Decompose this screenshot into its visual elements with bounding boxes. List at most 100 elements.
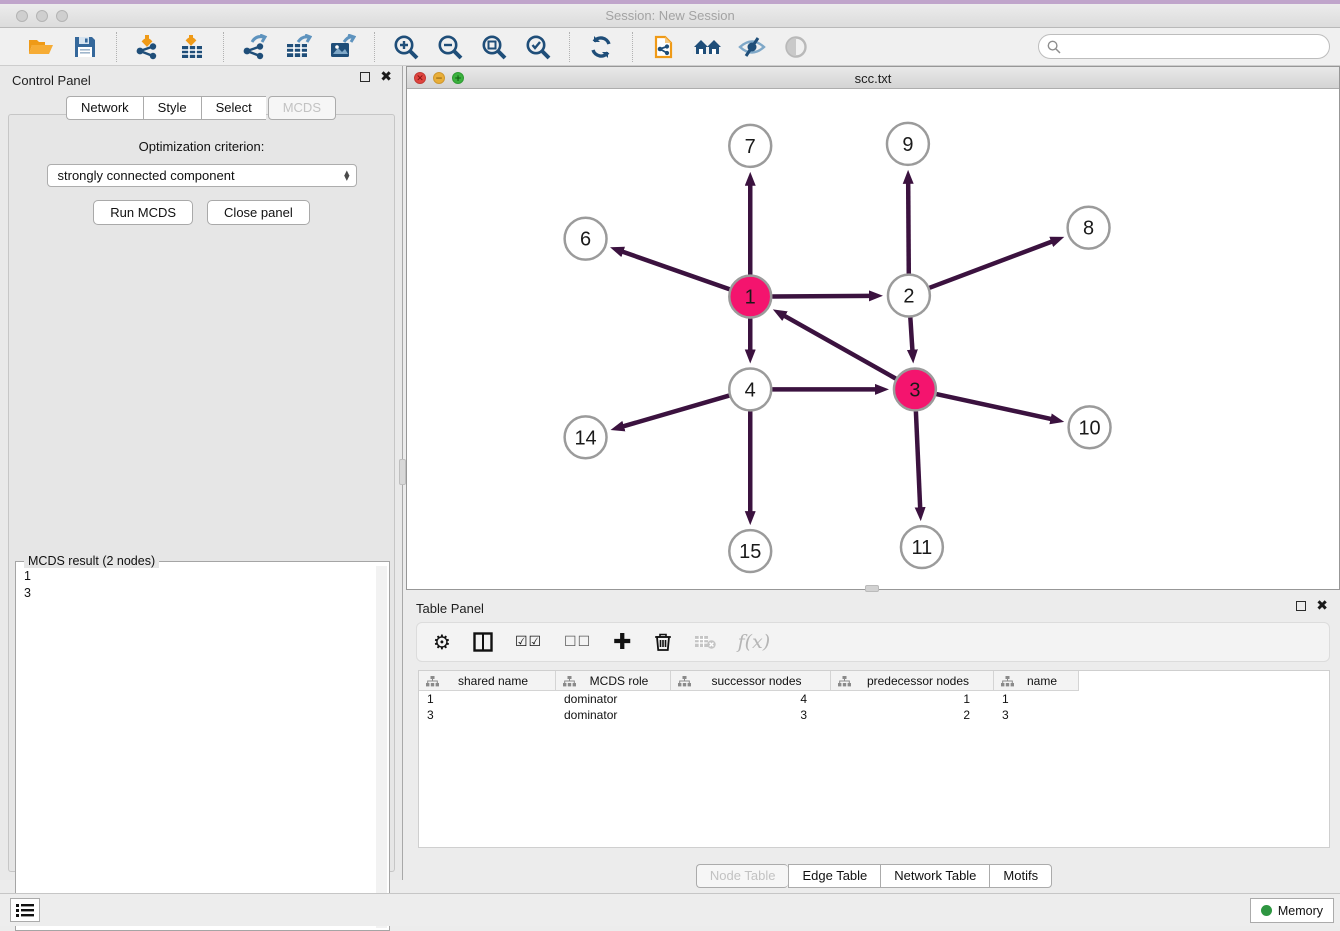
home-button[interactable] xyxy=(693,32,723,62)
tab-edge-table[interactable]: Edge Table xyxy=(788,864,880,888)
tab-style[interactable]: Style xyxy=(143,96,201,120)
result-scrollbar[interactable] xyxy=(376,566,387,928)
node-label: 6 xyxy=(580,229,591,251)
close-panel-button[interactable]: Close panel xyxy=(207,200,310,225)
export-image-button[interactable] xyxy=(328,32,358,62)
horizontal-splitter-grip[interactable] xyxy=(865,585,879,592)
node-label: 10 xyxy=(1078,417,1100,439)
table-cell: dominator xyxy=(556,707,671,723)
float-panel-icon[interactable] xyxy=(360,72,370,82)
graph-node-8[interactable]: 8 xyxy=(1068,207,1110,249)
save-session-button[interactable] xyxy=(70,32,100,62)
column-header-name[interactable]: name xyxy=(994,671,1079,691)
network-window-titlebar[interactable]: ✕ − + scc.txt xyxy=(407,67,1339,89)
node-label: 14 xyxy=(574,427,596,449)
table-row[interactable]: 3dominator323 xyxy=(419,707,1329,723)
select-all-icon[interactable]: ☑☑ xyxy=(515,634,542,650)
search-icon xyxy=(1047,40,1061,54)
edge-3-10[interactable] xyxy=(936,394,1052,419)
float-table-panel-icon[interactable] xyxy=(1296,601,1306,611)
table-cell: 4 xyxy=(671,691,831,707)
tab-network-table[interactable]: Network Table xyxy=(880,864,989,888)
graph-node-10[interactable]: 10 xyxy=(1069,406,1111,448)
graph-node-2[interactable]: 2 xyxy=(888,275,930,317)
mcds-result-list[interactable]: 1 3 xyxy=(18,566,375,928)
tab-node-table[interactable]: Node Table xyxy=(696,864,789,888)
tab-motifs[interactable]: Motifs xyxy=(989,864,1052,888)
delete-icon[interactable] xyxy=(654,632,672,652)
memory-status-icon xyxy=(1261,905,1272,916)
edge-1-6[interactable] xyxy=(621,251,729,289)
table-row[interactable]: 1dominator411 xyxy=(419,691,1329,707)
export-network-button[interactable] xyxy=(240,32,270,62)
edge-3-1[interactable] xyxy=(783,315,896,378)
run-mcds-button[interactable]: Run MCDS xyxy=(93,200,193,225)
home-icon xyxy=(693,36,723,58)
node-label: 2 xyxy=(903,286,914,308)
task-history-button[interactable] xyxy=(10,898,40,922)
export-table-button[interactable] xyxy=(284,32,314,62)
vertical-splitter-grip[interactable] xyxy=(399,459,406,485)
refresh-layout-button[interactable] xyxy=(586,32,616,62)
search-box[interactable] xyxy=(1038,34,1330,59)
add-column-icon[interactable]: ✚ xyxy=(613,630,631,655)
settings-gear-icon[interactable]: ⚙ xyxy=(433,630,451,654)
tab-network[interactable]: Network xyxy=(66,96,143,120)
column-header-shared-name[interactable]: shared name xyxy=(419,671,556,691)
edge-3-11[interactable] xyxy=(916,411,920,509)
graph-node-15[interactable]: 15 xyxy=(729,530,771,572)
edge-1-2[interactable] xyxy=(772,296,871,297)
network-canvas[interactable]: 7 9 6 8 1 2 4 3 14 10 15 11 xyxy=(407,89,1339,589)
graph-node-7[interactable]: 7 xyxy=(729,125,771,167)
zoom-out-button[interactable] xyxy=(435,32,465,62)
network-document-button[interactable] xyxy=(649,32,679,62)
edge-2-8[interactable] xyxy=(929,241,1053,288)
hide-button[interactable] xyxy=(737,32,767,62)
graph-node-11[interactable]: 11 xyxy=(901,526,943,568)
search-input[interactable] xyxy=(1061,37,1329,57)
toolbar-separator xyxy=(632,32,633,62)
graph-node-6[interactable]: 6 xyxy=(565,218,607,260)
deselect-all-icon[interactable]: ☐☐ xyxy=(564,634,591,650)
zoom-selected-icon xyxy=(525,34,551,60)
control-tabs: NetworkStyleSelectMCDS xyxy=(0,96,402,120)
zoom-fit-button[interactable] xyxy=(479,32,509,62)
close-panel-icon[interactable]: ✖ xyxy=(380,72,392,82)
table-cell: 3 xyxy=(419,707,556,723)
zoom-in-button[interactable] xyxy=(391,32,421,62)
column-header-predecessor-nodes[interactable]: predecessor nodes xyxy=(831,671,994,691)
network-graph[interactable]: 7 9 6 8 1 2 4 3 14 10 15 11 xyxy=(407,89,1339,589)
graph-node-9[interactable]: 9 xyxy=(887,123,929,165)
close-table-panel-icon[interactable]: ✖ xyxy=(1316,601,1328,611)
toolbar-separator xyxy=(569,32,570,62)
import-network-button[interactable] xyxy=(133,32,163,62)
columns-icon[interactable] xyxy=(473,632,493,652)
edge-2-3[interactable] xyxy=(910,317,912,351)
show-button[interactable] xyxy=(781,32,811,62)
open-file-button[interactable] xyxy=(26,32,56,62)
zoom-selected-button[interactable] xyxy=(523,32,553,62)
graph-node-3[interactable]: 3 xyxy=(894,368,936,410)
column-header-MCDS-role[interactable]: MCDS role xyxy=(556,671,671,691)
import-network-icon xyxy=(135,34,161,60)
status-bar: Memory xyxy=(0,893,1340,926)
graph-node-4[interactable]: 4 xyxy=(729,368,771,410)
open-file-icon xyxy=(28,36,54,58)
tab-select[interactable]: Select xyxy=(201,96,266,120)
edge-4-14[interactable] xyxy=(622,396,729,427)
criterion-value: strongly connected component xyxy=(58,168,345,183)
function-builder-icon: f(x) xyxy=(738,631,771,653)
zoom-out-icon xyxy=(437,34,463,60)
table-tabs: Node TableEdge TableNetwork TableMotifs xyxy=(406,864,1340,888)
memory-button[interactable]: Memory xyxy=(1250,898,1334,923)
toolbar-separator xyxy=(374,32,375,62)
tab-mcds[interactable]: MCDS xyxy=(268,96,336,120)
graph-node-14[interactable]: 14 xyxy=(565,416,607,458)
app-titlebar: Session: New Session xyxy=(0,0,1340,28)
graph-node-1[interactable]: 1 xyxy=(729,276,771,318)
edge-2-9[interactable] xyxy=(908,182,909,274)
import-table-button[interactable] xyxy=(177,32,207,62)
column-header-successor-nodes[interactable]: successor nodes xyxy=(671,671,831,691)
network-title: scc.txt xyxy=(407,71,1339,86)
criterion-select[interactable]: strongly connected component ▲▼ xyxy=(47,164,357,187)
